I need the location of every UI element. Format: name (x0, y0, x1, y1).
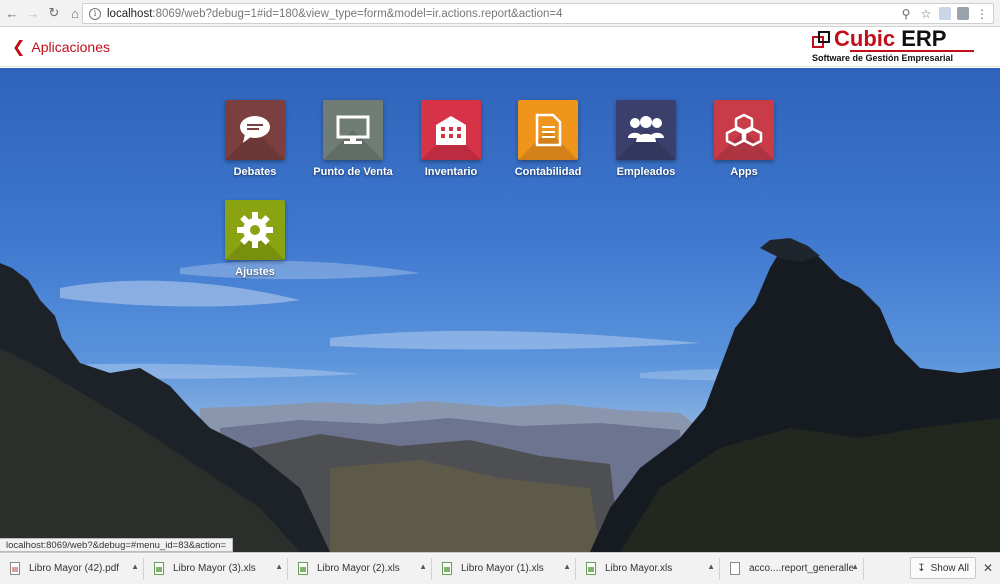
chevron-up-icon[interactable]: ▲ (131, 562, 139, 571)
download-shelf: Libro Mayor (42).pdf ▲ Libro Mayor (3).x… (0, 552, 1000, 584)
cubic-logo-icon (812, 31, 830, 48)
pdf-file-icon (10, 562, 20, 575)
chevron-up-icon[interactable]: ▲ (707, 562, 715, 571)
download-item[interactable]: Libro Mayor.xls ▲ (576, 557, 720, 580)
back-to-apps-link[interactable]: ❮ Aplicaciones (12, 37, 110, 57)
chevron-up-icon[interactable]: ▲ (419, 562, 427, 571)
app-label: Punto de Venta (313, 166, 393, 178)
download-item[interactable]: acco....report_generalledger ▲ (720, 557, 864, 580)
spreadsheet-file-icon (586, 562, 596, 575)
close-icon[interactable]: ✕ (983, 561, 993, 575)
download-item[interactable]: Libro Mayor (42).pdf ▲ (0, 557, 144, 580)
mountain-landscape (0, 238, 1000, 552)
spreadsheet-file-icon (298, 562, 308, 575)
forward-arrow-icon[interactable]: → (24, 4, 42, 22)
download-item[interactable]: Libro Mayor (2).xls ▲ (288, 557, 432, 580)
brand-tagline: Software de Gestión Empresarial (812, 53, 954, 63)
app-tile-inventario[interactable]: Inventario (411, 100, 491, 178)
download-filename: acco....report_generalledger (749, 563, 853, 574)
download-filename: Libro Mayor (3).xls (173, 563, 256, 574)
brand-name: Cubic (834, 26, 896, 51)
address-bar[interactable]: i localhost:8069/web?debug=1#id=180&view… (82, 3, 994, 24)
chevron-up-icon[interactable]: ▲ (275, 562, 283, 571)
app-tile-punto-de-venta[interactable]: Punto de Venta (313, 100, 393, 178)
download-filename: Libro Mayor (2).xls (317, 563, 400, 574)
brand-logo: Cubic ERP Software de Gestión Empresaria… (812, 26, 974, 66)
menu-icon[interactable]: ⋮ (975, 6, 989, 21)
app-tile-debates[interactable]: Debates (215, 100, 295, 178)
back-arrow-icon[interactable]: ← (3, 4, 21, 22)
app-tile-empleados[interactable]: Empleados (606, 100, 686, 178)
chevron-up-icon[interactable]: ▲ (563, 562, 571, 571)
gear-icon[interactable] (225, 200, 285, 260)
address-bar-actions: ⚲ ☆ ⋮ (899, 6, 989, 21)
back-label: Aplicaciones (31, 39, 111, 55)
browser-toolbar: ← → ↻ ⌂ i localhost:8069/web?debug=1#id=… (0, 0, 1000, 27)
download-filename: Libro Mayor (42).pdf (29, 563, 120, 574)
spreadsheet-file-icon (442, 562, 452, 575)
chat-bubble-icon[interactable] (225, 100, 285, 160)
reload-icon[interactable]: ↻ (45, 4, 63, 22)
status-bar-url: localhost:8069/web?&debug=#menu_id=83&ac… (0, 538, 233, 552)
info-icon[interactable]: i (89, 7, 101, 20)
app-header: ❮ Aplicaciones Cubic ERP Software de Ges… (0, 26, 1000, 67)
monitor-icon[interactable] (323, 100, 383, 160)
download-filename: Libro Mayor (1).xls (461, 563, 544, 574)
chevron-left-icon: ❮ (12, 39, 26, 56)
download-icon: ↧ (917, 562, 926, 574)
app-tile-contabilidad[interactable]: Contabilidad (508, 100, 588, 178)
app-label: Empleados (616, 166, 676, 178)
brand-underline (850, 50, 974, 52)
url-path: :8069/web?debug=1#id=180&view_type=form&… (152, 7, 563, 20)
url-host: localhost (107, 7, 153, 20)
app-label: Apps (730, 166, 758, 178)
download-item[interactable]: Libro Mayor (3).xls ▲ (144, 557, 288, 580)
app-tile-apps[interactable]: Apps (704, 100, 784, 178)
app-label: Ajustes (235, 266, 275, 278)
download-item[interactable]: Libro Mayor (1).xls ▲ (432, 557, 576, 580)
cubes-icon[interactable] (714, 100, 774, 160)
document-icon[interactable] (518, 100, 578, 160)
app-label: Inventario (424, 166, 478, 178)
home-background (0, 68, 1000, 552)
app-label: Contabilidad (514, 166, 582, 178)
building-icon[interactable] (421, 100, 481, 160)
bookmark-star-icon[interactable]: ☆ (919, 6, 933, 21)
zoom-icon[interactable]: ⚲ (899, 6, 913, 21)
show-all-label: Show All (930, 562, 969, 574)
brand-suffix: ERP (901, 26, 947, 51)
brand-title: Cubic ERP (834, 26, 947, 52)
file-icon (730, 562, 740, 575)
show-all-downloads-button[interactable]: ↧ Show All (910, 557, 976, 579)
people-icon[interactable] (616, 100, 676, 160)
extension-icon-2[interactable] (957, 7, 969, 20)
app-label: Debates (233, 166, 277, 178)
spreadsheet-file-icon (154, 562, 164, 575)
extension-icon[interactable] (939, 7, 951, 20)
app-tile-ajustes[interactable]: Ajustes (215, 200, 295, 278)
download-filename: Libro Mayor.xls (605, 563, 673, 574)
chevron-up-icon[interactable]: ▲ (851, 562, 859, 571)
